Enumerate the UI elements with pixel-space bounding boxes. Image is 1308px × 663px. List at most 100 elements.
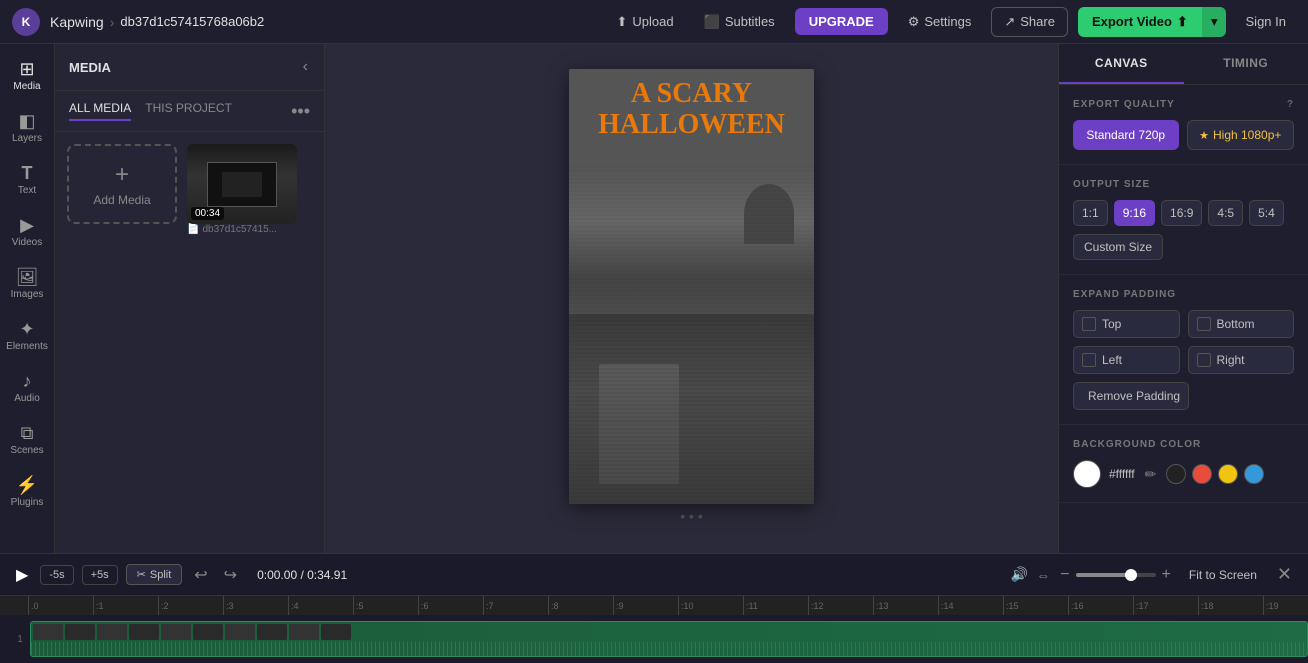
color-edit-button[interactable]: ✏ xyxy=(1143,464,1159,485)
sidebar-item-images[interactable]: 🖼 Images xyxy=(2,260,52,308)
bottom-bar: ▶ -5s +5s ✂ Split ↩ ↪ 0:00.00 / 0:34.91 … xyxy=(0,553,1308,595)
zoom-in-button[interactable]: + xyxy=(1160,564,1173,586)
zoom-out-button[interactable]: − xyxy=(1058,564,1071,586)
play-button[interactable]: ▶ xyxy=(12,561,32,589)
sidebar-item-plugins[interactable]: ⚡ Plugins xyxy=(2,468,52,516)
close-timeline-button[interactable]: ✕ xyxy=(1273,560,1296,589)
media-thumbnail-item: 00:34 📄 db37d1c57415... xyxy=(187,144,297,235)
text-label: Text xyxy=(18,185,36,196)
video-thumbnails xyxy=(31,622,1307,642)
sidebar-item-layers[interactable]: ◧ Layers xyxy=(2,104,52,152)
ruler-mark: :19 xyxy=(1263,596,1308,616)
project-id: db37d1c57415768a06b2 xyxy=(120,14,264,29)
size-4-5-button[interactable]: 4:5 xyxy=(1208,200,1243,226)
track-content[interactable] xyxy=(30,621,1308,657)
add-media-button[interactable]: + Add Media xyxy=(67,144,177,224)
ruler-mark: :5 xyxy=(353,596,418,616)
scissors-icon: ✂ xyxy=(137,568,146,581)
add-icon: + xyxy=(115,161,129,189)
left-checkbox xyxy=(1082,353,1096,367)
resize-handle[interactable]: • • • xyxy=(680,504,702,528)
redo-button[interactable]: ↪ xyxy=(220,561,241,589)
subtitles-button[interactable]: ⬛ Subtitles xyxy=(694,8,785,36)
export-video-button[interactable]: Export Video ⬆ xyxy=(1078,7,1202,37)
skip-forward-button[interactable]: +5s xyxy=(82,565,118,585)
sidebar-item-elements[interactable]: ✦ Elements xyxy=(2,312,52,360)
padding-left-button[interactable]: Left xyxy=(1073,346,1180,374)
app-logo: K xyxy=(12,8,40,36)
fit-to-screen-button[interactable]: Fit to Screen xyxy=(1181,564,1265,586)
output-size-label: OUTPUT SIZE xyxy=(1073,179,1294,190)
media-tab-all[interactable]: ALL MEDIA xyxy=(69,101,131,121)
padding-top-button[interactable]: Top xyxy=(1073,310,1180,338)
title-line1: A SCARY xyxy=(577,79,806,110)
split-label: Split xyxy=(150,569,171,581)
sidebar-item-audio[interactable]: ♪ Audio xyxy=(2,364,52,412)
canvas-title: A SCARY HALLOWEEN xyxy=(569,69,814,147)
file-icon: 📄 xyxy=(187,224,199,235)
volume-button[interactable]: 🔊 xyxy=(1011,566,1028,583)
settings-label: Settings xyxy=(924,14,971,29)
sidebar-item-videos[interactable]: ▶ Videos xyxy=(2,208,52,256)
zoom-slider[interactable] xyxy=(1076,573,1156,577)
share-button[interactable]: ↗ Share xyxy=(991,7,1068,37)
tab-canvas[interactable]: CANVAS xyxy=(1059,44,1184,84)
ruler-mark: :12 xyxy=(808,596,873,616)
size-1-1-button[interactable]: 1:1 xyxy=(1073,200,1108,226)
drag-icon[interactable]: ⇔ xyxy=(1036,567,1050,583)
color-preset-yellow[interactable] xyxy=(1218,464,1238,484)
size-16-9-button[interactable]: 16:9 xyxy=(1161,200,1202,226)
ruler-mark: :11 xyxy=(743,596,808,616)
quality-1080p-button[interactable]: High 1080p+ xyxy=(1187,120,1295,150)
media-content: + Add Media 00:34 📄 db37d1c57415... xyxy=(55,132,324,247)
help-icon[interactable]: ? xyxy=(1287,99,1294,110)
timeline-area: .0:1:2:3:4:5:6:7:8:9:10:11:12:13:14:15:1… xyxy=(0,595,1308,663)
background-color-section: BACKGROUND COLOR #ffffff ✏ xyxy=(1059,425,1308,503)
sidebar-item-scenes[interactable]: ⧉ Scenes xyxy=(2,416,52,464)
media-panel-close-button[interactable]: ‹ xyxy=(301,56,310,78)
timeline-ruler: .0:1:2:3:4:5:6:7:8:9:10:11:12:13:14:15:1… xyxy=(0,595,1308,615)
upload-button[interactable]: ⬆ Upload xyxy=(607,8,684,36)
upgrade-button[interactable]: UPGRADE xyxy=(795,8,888,35)
tab-timing[interactable]: TIMING xyxy=(1184,44,1308,84)
export-dropdown-button[interactable]: ▾ xyxy=(1202,7,1226,37)
color-preset-red[interactable] xyxy=(1192,464,1212,484)
sidebar-item-text[interactable]: T Text xyxy=(2,156,52,204)
ruler-mark: :3 xyxy=(223,596,288,616)
right-label: Right xyxy=(1217,353,1245,367)
track-clip[interactable] xyxy=(30,621,1308,657)
color-preset-black[interactable] xyxy=(1166,464,1186,484)
size-9-16-button[interactable]: 9:16 xyxy=(1114,200,1155,226)
settings-button[interactable]: ⚙ Settings xyxy=(898,8,982,36)
media-more-button[interactable]: ••• xyxy=(291,101,310,121)
media-tab-project[interactable]: THIS PROJECT xyxy=(145,101,232,121)
media-thumbnail[interactable]: 00:34 xyxy=(187,144,297,224)
audio-label: Audio xyxy=(14,393,40,404)
track-number: 1 xyxy=(10,634,30,645)
color-swatch[interactable] xyxy=(1073,460,1101,488)
thumbnail-info: 📄 db37d1c57415... xyxy=(187,224,297,235)
canvas-preview[interactable]: A SCARY HALLOWEEN xyxy=(569,69,814,504)
padding-bottom-button[interactable]: Bottom xyxy=(1188,310,1295,338)
media-panel-header: MEDIA ‹ xyxy=(55,44,324,91)
padding-right-button[interactable]: Right xyxy=(1188,346,1295,374)
ruler-mark: :14 xyxy=(938,596,1003,616)
skip-back-button[interactable]: -5s xyxy=(40,565,73,585)
color-preset-blue[interactable] xyxy=(1244,464,1264,484)
thumbnail-filename: db37d1c57415... xyxy=(202,224,277,235)
split-button[interactable]: ✂ Split xyxy=(126,564,183,585)
sidebar-item-media[interactable]: ⊞ Media xyxy=(2,52,52,100)
export-quality-label: EXPORT QUALITY ? xyxy=(1073,99,1294,110)
title-line2: HALLOWEEN xyxy=(577,110,806,141)
zoom-controls: − + xyxy=(1058,564,1173,586)
size-5-4-button[interactable]: 5:4 xyxy=(1249,200,1284,226)
upload-icon: ⬆ xyxy=(617,14,628,30)
undo-button[interactable]: ↩ xyxy=(190,561,211,589)
quality-720p-button[interactable]: Standard 720p xyxy=(1073,120,1179,150)
images-label: Images xyxy=(11,289,44,300)
top-checkbox xyxy=(1082,317,1096,331)
signin-button[interactable]: Sign In xyxy=(1236,8,1296,35)
remove-padding-button[interactable]: Remove Padding xyxy=(1073,382,1189,410)
layers-label: Layers xyxy=(12,133,42,144)
custom-size-button[interactable]: Custom Size xyxy=(1073,234,1163,260)
